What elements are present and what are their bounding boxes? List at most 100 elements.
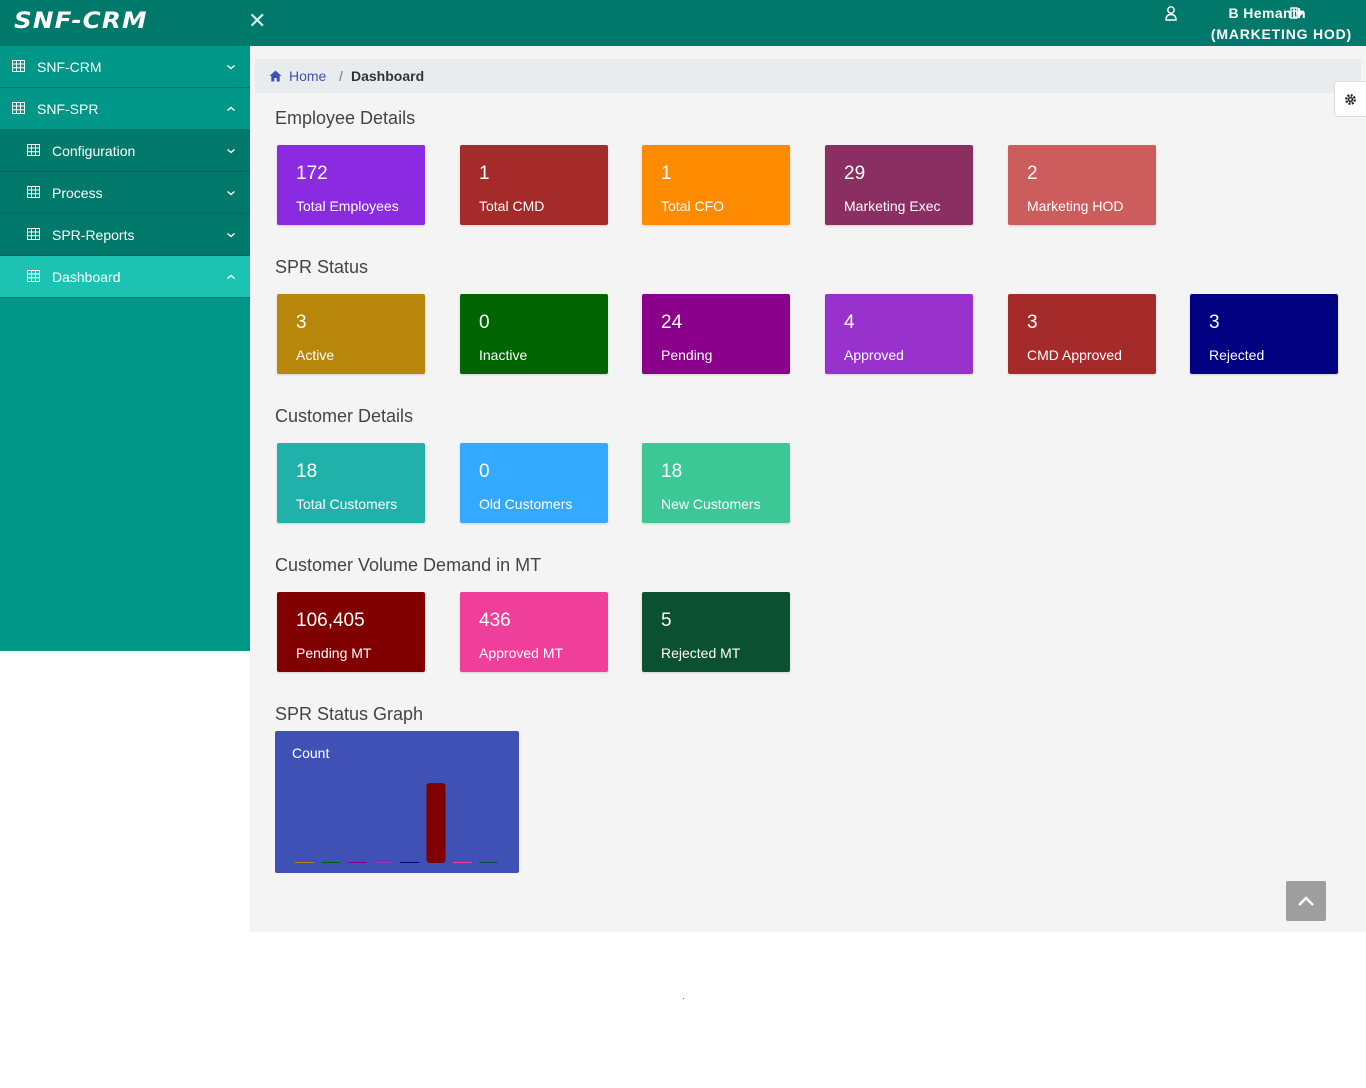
card-value: 0 — [479, 312, 490, 333]
chevron-down-icon — [226, 185, 236, 201]
sidebar-item-label: Configuration — [52, 143, 136, 159]
user-icon — [1165, 5, 1177, 26]
top-navbar: SNF-CRM ✕ B Hemanth (MARKETING HOD) — [0, 0, 1366, 46]
card-value: 24 — [661, 312, 683, 333]
card-value: 172 — [296, 163, 328, 184]
table-icon — [12, 59, 25, 75]
card-label: Total Customers — [296, 496, 398, 512]
card-label: Rejected — [1209, 347, 1265, 363]
sidebar-item-snf-spr[interactable]: SNF-SPR — [0, 88, 250, 130]
table-icon — [27, 227, 40, 243]
sidebar-item-label: SNF-SPR — [37, 101, 99, 117]
card-label: Approved — [844, 347, 904, 363]
card-rejected-mt[interactable]: 5 Rejected MT — [642, 592, 790, 672]
chart-bar — [295, 862, 314, 863]
scroll-to-top-button[interactable] — [1286, 881, 1326, 921]
chevron-up-icon — [1297, 894, 1315, 912]
card-total-customers[interactable]: 18 Total Customers — [277, 443, 425, 523]
sidebar-item-dashboard[interactable]: Dashboard — [0, 256, 250, 298]
card-label: Active — [296, 347, 335, 363]
card-value: 29 — [844, 163, 866, 184]
spr-status-chart: Count — [275, 731, 519, 873]
sidebar-item-process[interactable]: Process — [0, 172, 250, 214]
breadcrumb-current: Dashboard — [351, 68, 425, 84]
card-value: 18 — [661, 461, 683, 482]
table-icon — [27, 269, 40, 285]
card-spr-rejected[interactable]: 3 Rejected — [1190, 294, 1338, 374]
card-new-customers[interactable]: 18 New Customers — [642, 443, 790, 523]
section-title-spr-status: SPR Status — [275, 257, 369, 277]
section-title-employee: Employee Details — [275, 108, 416, 128]
card-total-cmd[interactable]: 1 Total CMD — [460, 145, 608, 225]
section-title-volume: Customer Volume Demand in MT — [275, 555, 542, 575]
card-label: New Customers — [661, 496, 761, 512]
chart-bar — [426, 783, 446, 863]
breadcrumb-home-link[interactable]: Home — [289, 68, 326, 84]
chart-bar — [347, 862, 367, 863]
card-pending-mt[interactable]: 106,405 Pending MT — [277, 592, 425, 672]
table-icon — [27, 143, 40, 159]
card-value: 4 — [844, 312, 855, 333]
card-old-customers[interactable]: 0 Old Customers — [460, 443, 608, 523]
chart-bar — [452, 862, 472, 863]
card-marketing-exec[interactable]: 29 Marketing Exec — [825, 145, 973, 225]
card-spr-active[interactable]: 3 Active — [277, 294, 425, 374]
card-spr-cmd-approved[interactable]: 3 CMD Approved — [1008, 294, 1156, 374]
sidebar-item-label: SNF-CRM — [37, 59, 102, 75]
home-icon[interactable] — [269, 69, 282, 85]
card-value: 1 — [479, 163, 490, 184]
card-label: Pending — [661, 347, 713, 363]
logout-icon[interactable] — [1290, 6, 1304, 25]
card-label: Inactive — [479, 347, 528, 363]
card-label: Approved MT — [479, 645, 564, 661]
card-label: Total Employees — [296, 198, 399, 214]
card-spr-inactive[interactable]: 0 Inactive — [460, 294, 608, 374]
settings-toggle-button[interactable] — [1334, 81, 1366, 117]
card-value: 3 — [296, 312, 307, 333]
sidebar-item-configuration[interactable]: Configuration — [0, 130, 250, 172]
card-value: 436 — [479, 610, 511, 631]
card-total-cfo[interactable]: 1 Total CFO — [642, 145, 790, 225]
app-logo[interactable]: SNF-CRM — [14, 9, 148, 34]
card-value: 106,405 — [296, 610, 365, 631]
user-role: (MARKETING HOD) — [1210, 26, 1352, 42]
sidebar-item-label: Process — [52, 185, 103, 201]
card-label: Old Customers — [479, 496, 573, 512]
card-spr-pending[interactable]: 24 Pending — [642, 294, 790, 374]
card-spr-approved[interactable]: 4 Approved — [825, 294, 973, 374]
sidebar-item-label: Dashboard — [52, 269, 121, 285]
breadcrumb: Home / Dashboard — [255, 59, 1361, 93]
gear-icon — [1344, 93, 1357, 111]
table-icon — [12, 101, 25, 117]
card-value: 18 — [296, 461, 318, 482]
chart-ylabel: Count — [292, 745, 330, 761]
card-value: 2 — [1027, 163, 1038, 184]
chevron-down-icon — [226, 143, 236, 159]
sidebar-item-spr-reports[interactable]: SPR-Reports — [0, 214, 250, 256]
chevron-down-icon — [226, 59, 236, 75]
card-value: 3 — [1209, 312, 1220, 333]
chart-bar — [373, 862, 393, 863]
chevron-down-icon — [226, 227, 236, 243]
sidebar: SNF-CRM SNF-SPR Configuration Process SP… — [0, 46, 250, 651]
chevron-up-icon — [226, 101, 236, 117]
chart-bar — [479, 862, 499, 863]
card-marketing-hod[interactable]: 2 Marketing HOD — [1008, 145, 1156, 225]
card-value: 5 — [661, 610, 672, 631]
card-label: Marketing HOD — [1027, 198, 1124, 214]
card-label: Pending MT — [296, 645, 372, 661]
sidebar-item-label: SPR-Reports — [52, 227, 135, 243]
chevron-up-icon — [226, 269, 236, 285]
table-icon — [27, 185, 40, 201]
card-label: Rejected MT — [661, 645, 741, 661]
chart-bar — [321, 862, 341, 863]
card-label: CMD Approved — [1027, 347, 1122, 363]
card-value: 3 — [1027, 312, 1038, 333]
close-icon[interactable]: ✕ — [248, 10, 266, 32]
card-total-employees[interactable]: 172 Total Employees — [277, 145, 425, 225]
card-value: 0 — [479, 461, 490, 482]
card-label: Total CFO — [661, 198, 725, 214]
sidebar-item-snf-crm[interactable]: SNF-CRM — [0, 46, 250, 88]
card-approved-mt[interactable]: 436 Approved MT — [460, 592, 608, 672]
card-label: Total CMD — [479, 198, 545, 214]
